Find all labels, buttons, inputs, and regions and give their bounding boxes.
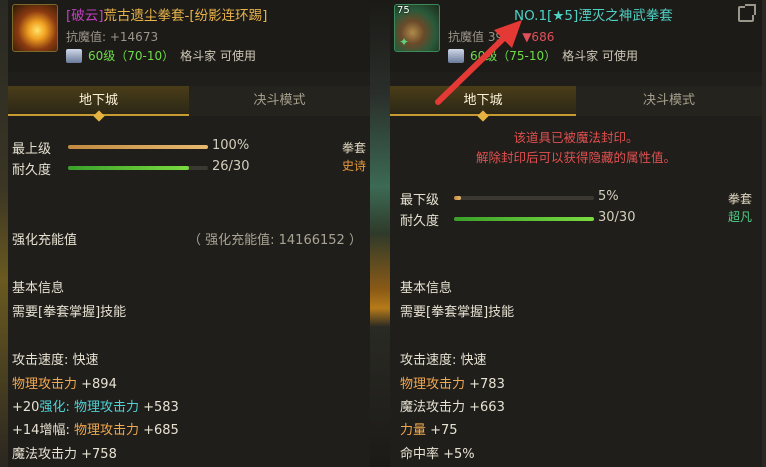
- stat-label: 魔法攻击力: [400, 400, 466, 415]
- anti-magic-line: 抗魔值: +14673: [66, 28, 158, 45]
- grade-label: 最上级: [12, 142, 52, 157]
- anti-magic-label: 抗魔值:: [66, 30, 110, 44]
- tab-dungeon[interactable]: 地下城: [390, 86, 576, 116]
- item-name: [破云]荒古遗尘拳套-[纷影连环踢]: [66, 4, 267, 24]
- durability-bar: [68, 166, 208, 170]
- required-class: 格斗家 可使用: [180, 49, 256, 63]
- share-link-icon[interactable]: [738, 4, 756, 22]
- seal-notice-line1: 该道具已被魔法封印。: [513, 130, 639, 145]
- item-title: 荒古遗尘拳套-[纷影连环踢]: [103, 8, 268, 24]
- tab-pvp[interactable]: 决斗模式: [189, 86, 370, 116]
- skill-requirement: 需要[拳套掌握]技能: [12, 305, 127, 320]
- stat-value: +783: [465, 377, 505, 392]
- anti-magic-value: +14673: [109, 30, 159, 44]
- basic-info-title: 基本信息: [400, 281, 453, 296]
- stat-reinforce: +20强化: 物理攻击力 +583: [12, 396, 179, 415]
- durability-bar: [454, 217, 594, 221]
- tab-dungeon[interactable]: 地下城: [8, 86, 189, 116]
- durability-bar-fill: [68, 166, 190, 170]
- item-tag: [破云]: [66, 8, 104, 24]
- requirement-line: 60级（70-10） 格斗家 可使用: [66, 47, 256, 64]
- stat-label-2: 物理攻击力: [73, 400, 139, 415]
- stat-value: +583: [138, 400, 179, 415]
- stat-label: 魔法攻击力: [12, 447, 78, 462]
- grade-value: 5%: [598, 189, 619, 204]
- stat-value: +75: [426, 423, 458, 438]
- stat-value: +758: [77, 447, 117, 462]
- stat-label: 命中率: [400, 447, 440, 462]
- right-edge-strip: [762, 0, 766, 467]
- mode-tabs: 地下城 决斗模式: [390, 86, 762, 116]
- tooltip-right: 75 ✦ NO.1[★5]湮灭之神武拳套 抗魔值 3987 ▼686 60级（7…: [390, 0, 762, 467]
- durability-value: 26/30: [212, 159, 250, 174]
- left-edge-strip: [0, 0, 8, 467]
- durability-bar-fill: [454, 217, 594, 221]
- star-icon: ✦: [399, 35, 410, 49]
- stat-value: +894: [77, 377, 117, 392]
- stat-physical-attack: 物理攻击力 +894: [12, 373, 117, 392]
- stat-label-2: 物理攻击力: [73, 423, 139, 438]
- enhance-label: 强化充能值: [12, 233, 78, 248]
- item-rarity: 超凡: [728, 210, 753, 224]
- anti-magic-delta: ▼686: [522, 30, 555, 44]
- item-category: 拳套: [728, 192, 753, 206]
- item-icon: 75 ✦: [394, 4, 440, 52]
- attack-speed: 攻击速度: 快速: [400, 353, 487, 368]
- enhance-value: （ 强化充能值: 14166152 ）: [188, 233, 362, 248]
- stat-physical-attack: 物理攻击力 +783: [400, 373, 505, 392]
- grade-bar-fill: [68, 145, 208, 149]
- stat-value: +685: [138, 423, 179, 438]
- grade-bar-fill: [454, 196, 461, 200]
- stat-prefix: +20: [12, 400, 40, 415]
- stat-strength: 力量 +75: [400, 419, 458, 438]
- durability-label: 耐久度: [12, 163, 52, 178]
- mode-tabs: 地下城 决斗模式: [8, 86, 370, 116]
- stat-magic-attack: 魔法攻击力 +663: [400, 396, 505, 415]
- grade-bar: [454, 196, 594, 200]
- required-level: 60级（70-10）: [88, 49, 175, 63]
- grade-value: 100%: [212, 138, 250, 153]
- item-title: NO.1[★5]湮灭之神武拳套: [514, 8, 673, 24]
- stat-amplify: +14增幅: 物理攻击力 +685: [12, 419, 179, 438]
- stat-label: 物理攻击力: [400, 377, 466, 392]
- tooltip-header: [破云]荒古遗尘拳套-[纷影连环踢] 抗魔值: +14673 60级（70-10…: [8, 0, 370, 72]
- anti-magic-line: 抗魔值 3987 ▼686: [448, 28, 554, 45]
- stat-label: 强化:: [39, 400, 74, 415]
- stat-prefix: +14: [12, 423, 40, 438]
- seal-notice-line2: 解除封印后可以获得隐藏的属性值。: [475, 150, 676, 165]
- item-rarity: 史诗: [342, 159, 367, 173]
- stat-hit-rate: 命中率 +5%: [400, 443, 475, 462]
- tooltip-left: [破云]荒古遗尘拳套-[纷影连环踢] 抗魔值: +14673 60级（70-10…: [8, 0, 370, 467]
- durability-value: 30/30: [598, 210, 636, 225]
- stat-value: +663: [465, 400, 505, 415]
- stat-label: 物理攻击力: [12, 377, 78, 392]
- tab-pvp[interactable]: 决斗模式: [576, 86, 762, 116]
- stat-value: +5%: [439, 447, 475, 462]
- grade-bar: [68, 145, 208, 149]
- item-level-badge: 75: [397, 5, 410, 16]
- item-name: NO.1[★5]湮灭之神武拳套: [514, 4, 673, 24]
- item-icon: [12, 4, 58, 52]
- anti-magic-label: 抗魔值: [448, 30, 488, 44]
- attack-speed: 攻击速度: 快速: [12, 353, 99, 368]
- requirement-line: 60级（75-10） 格斗家 可使用: [448, 47, 638, 64]
- durability-label: 耐久度: [400, 214, 440, 229]
- required-class: 格斗家 可使用: [562, 49, 638, 63]
- skill-requirement: 需要[拳套掌握]技能: [400, 305, 515, 320]
- stat-label: 力量: [400, 423, 427, 438]
- grade-label: 最下级: [400, 193, 440, 208]
- anti-magic-value: 3987: [487, 30, 519, 44]
- class-icon: [448, 48, 464, 63]
- required-level: 60级（75-10）: [470, 49, 557, 63]
- stat-magic-attack: 魔法攻击力 +758: [12, 443, 117, 462]
- class-icon: [66, 48, 82, 63]
- stat-label: 增幅:: [39, 423, 74, 438]
- item-category: 拳套: [342, 141, 367, 155]
- background-strip: [370, 0, 390, 467]
- basic-info-title: 基本信息: [12, 281, 65, 296]
- tooltip-header: 75 ✦ NO.1[★5]湮灭之神武拳套 抗魔值 3987 ▼686 60级（7…: [390, 0, 762, 72]
